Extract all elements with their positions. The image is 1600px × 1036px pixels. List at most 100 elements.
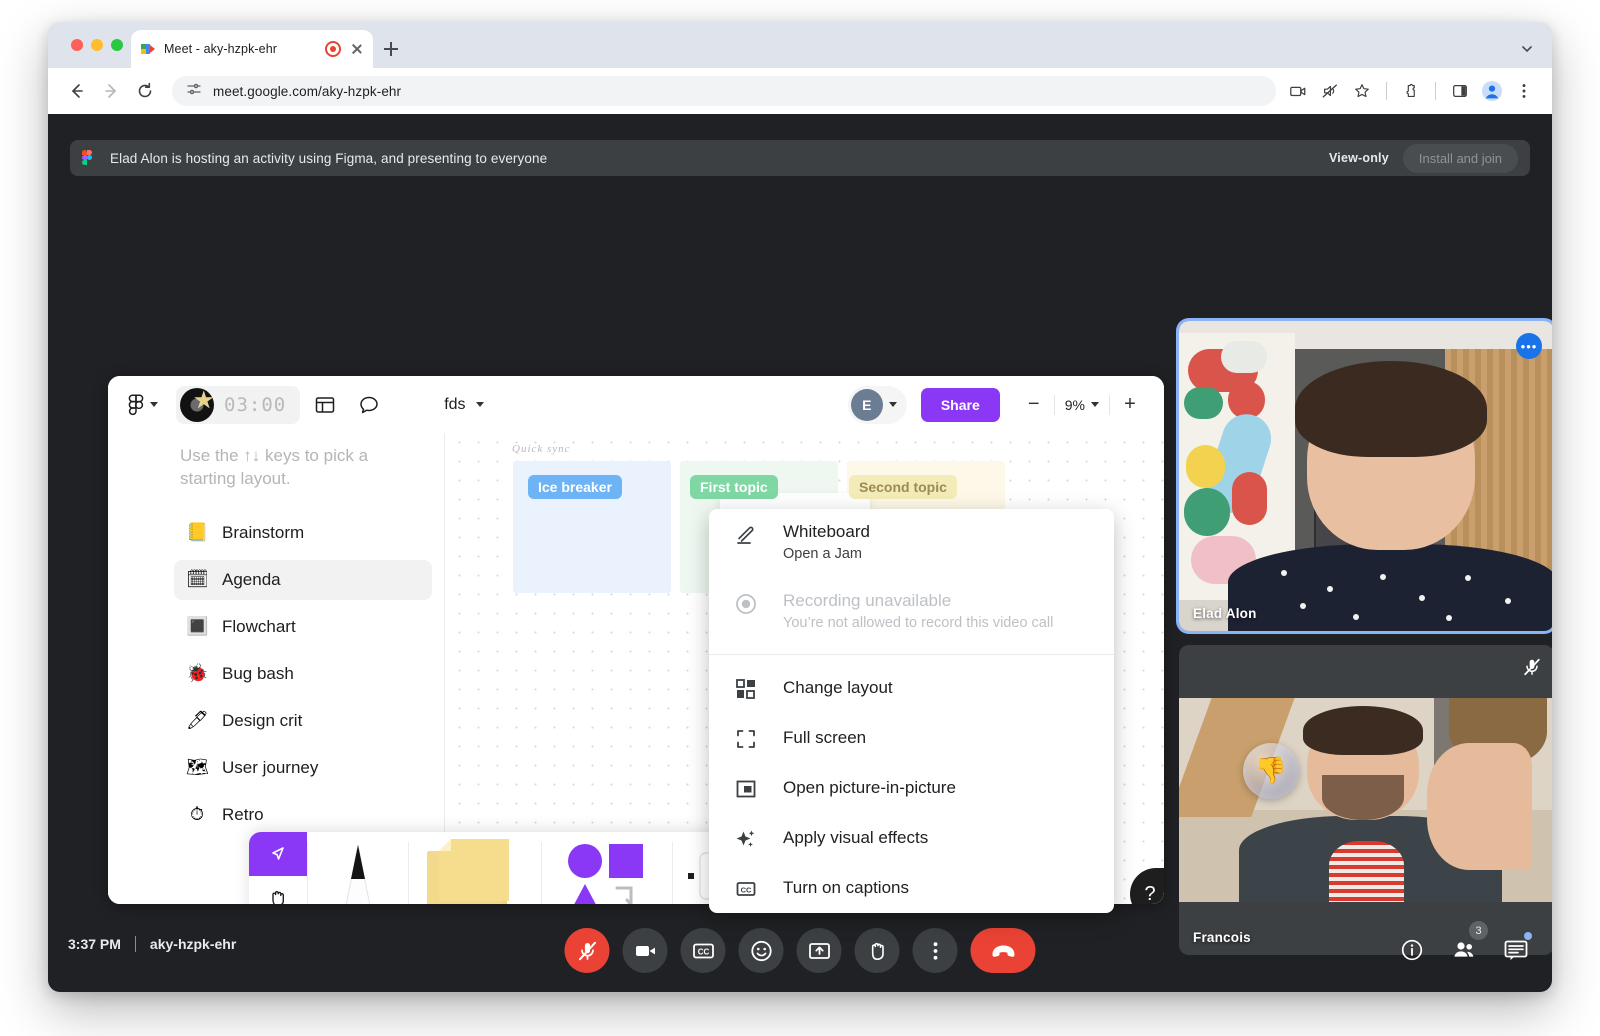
participant-tile-elad-alon[interactable]: ••• Elad Alon bbox=[1179, 321, 1552, 631]
window-traffic-lights[interactable] bbox=[71, 39, 123, 51]
chevron-down-icon bbox=[475, 402, 484, 407]
more-options-context-menu: Whiteboard Open a Jam Recording unavaila… bbox=[709, 509, 1114, 913]
comment-bubble-icon[interactable] bbox=[350, 386, 388, 424]
chat-button[interactable] bbox=[1502, 932, 1532, 964]
cursor-tool-icon[interactable] bbox=[249, 832, 307, 876]
layout-panel-icon[interactable] bbox=[306, 386, 344, 424]
stopwatch-icon: ⏱ bbox=[189, 804, 205, 825]
menu-item-captions[interactable]: CC Turn on captions bbox=[709, 863, 1114, 913]
emoji-reactions-button[interactable] bbox=[738, 928, 784, 973]
screenshot-root: Meet - aky-hzpk-ehr meet.google.com/aky-… bbox=[0, 0, 1600, 1036]
sticky-note-tool-icon[interactable] bbox=[409, 832, 541, 904]
site-settings-icon[interactable] bbox=[186, 81, 202, 102]
file-name-dropdown[interactable]: fds bbox=[444, 396, 484, 414]
hand-tool-icon[interactable] bbox=[249, 876, 307, 904]
template-label: Retro bbox=[222, 804, 264, 824]
meeting-code: aky-hzpk-ehr bbox=[149, 936, 237, 952]
camera-icon[interactable] bbox=[1284, 77, 1312, 105]
meeting-info: 3:37 PM aky-hzpk-ehr bbox=[68, 936, 236, 952]
captions-button[interactable]: CC bbox=[680, 928, 726, 973]
chevron-down-icon[interactable] bbox=[1520, 42, 1534, 61]
pen-tool-icon[interactable] bbox=[308, 832, 408, 904]
call-controls: CC bbox=[564, 928, 1036, 973]
template-label: Agenda bbox=[222, 569, 281, 589]
template-item-agenda[interactable]: 🗓 Agenda bbox=[174, 559, 432, 600]
tab-title: Meet - aky-hzpk-ehr bbox=[164, 42, 278, 56]
share-button[interactable]: Share bbox=[920, 387, 1000, 422]
zoom-level-value: 9% bbox=[1064, 396, 1085, 413]
board-chip-second-topic[interactable]: Second topic bbox=[849, 475, 957, 499]
menu-item-change-layout[interactable]: Change layout bbox=[709, 663, 1114, 713]
figma-menu-button[interactable] bbox=[122, 390, 164, 420]
template-picker-hint: Use the ↑↓ keys to pick a starting layou… bbox=[180, 446, 369, 488]
menu-divider bbox=[709, 654, 1114, 656]
install-and-join-button[interactable]: Install and join bbox=[1402, 143, 1518, 173]
address-bar[interactable]: meet.google.com/aky-hzpk-ehr bbox=[172, 76, 1276, 106]
template-item-user-journey[interactable]: 🗺 User journey bbox=[174, 748, 432, 788]
person-body bbox=[1227, 544, 1552, 631]
zoom-out-button[interactable]: − bbox=[1014, 388, 1054, 422]
more-options-button[interactable] bbox=[912, 928, 958, 973]
person-hair bbox=[1302, 705, 1423, 755]
selection-tool-group[interactable] bbox=[249, 832, 307, 904]
menu-item-title: Turn on captions bbox=[783, 877, 909, 897]
side-panel-icon[interactable] bbox=[1446, 77, 1474, 105]
notebook-icon: 📒 bbox=[186, 522, 209, 543]
meeting-details-button[interactable] bbox=[1398, 936, 1426, 964]
board-chip-ice-breaker[interactable]: Ice breaker bbox=[528, 475, 622, 499]
microphone-off-button[interactable] bbox=[564, 928, 610, 973]
maximize-window-button[interactable] bbox=[111, 39, 123, 51]
activity-banner: Elad Alon is hosting an activity using F… bbox=[70, 140, 1530, 176]
svg-text:CC: CC bbox=[741, 886, 752, 895]
flowchart-icon: 🔳 bbox=[186, 616, 209, 637]
participants-button[interactable]: 3 bbox=[1450, 921, 1488, 964]
extensions-puzzle-icon[interactable] bbox=[1397, 77, 1425, 105]
back-button[interactable] bbox=[62, 76, 92, 106]
mute-site-icon[interactable] bbox=[1316, 77, 1344, 105]
zoom-level-dropdown[interactable]: 9% bbox=[1055, 397, 1109, 413]
music-disc-star-icon: ★ bbox=[180, 387, 215, 422]
new-tab-button[interactable] bbox=[380, 38, 402, 60]
profile-avatar-icon[interactable] bbox=[1478, 77, 1506, 105]
menu-item-full-screen[interactable]: Full screen bbox=[709, 713, 1114, 763]
template-item-retro[interactable]: ⏱ Retro bbox=[174, 795, 432, 835]
chrome-menu-icon[interactable] bbox=[1510, 77, 1538, 105]
template-item-flowchart[interactable]: 🔳 Flowchart bbox=[174, 607, 432, 647]
menu-item-title: Whiteboard bbox=[783, 522, 870, 541]
more-options-icon[interactable]: ••• bbox=[1516, 333, 1542, 359]
present-screen-button[interactable] bbox=[796, 928, 842, 973]
participant-name: Francois bbox=[1193, 930, 1251, 945]
menu-item-visual-effects[interactable]: Apply visual effects bbox=[709, 813, 1114, 863]
collaborators-avatar-group[interactable]: E bbox=[847, 385, 907, 424]
raise-hand-button[interactable] bbox=[854, 928, 900, 973]
timer-widget[interactable]: ★ 03:00 bbox=[176, 385, 301, 424]
template-item-design-crit[interactable]: 🖊 Design crit bbox=[174, 701, 432, 741]
browser-tab[interactable]: Meet - aky-hzpk-ehr bbox=[131, 30, 373, 68]
map-icon: 🗺 bbox=[186, 757, 209, 778]
template-item-brainstorm[interactable]: 📒 Brainstorm bbox=[174, 513, 432, 553]
template-item-bug-bash[interactable]: 🐞 Bug bash bbox=[174, 654, 432, 694]
menu-item-whiteboard[interactable]: Whiteboard Open a Jam bbox=[709, 509, 1114, 578]
forward-button[interactable] bbox=[96, 76, 126, 106]
meeting-bottom-bar: 3:37 PM aky-hzpk-ehr CC 3 bbox=[48, 906, 1552, 992]
zoom-in-button[interactable]: + bbox=[1110, 388, 1150, 422]
bookmark-star-icon[interactable] bbox=[1348, 77, 1376, 105]
close-tab-button[interactable] bbox=[349, 41, 365, 57]
menu-item-picture-in-picture[interactable]: Open picture-in-picture bbox=[709, 763, 1114, 813]
camera-button[interactable] bbox=[622, 928, 668, 973]
board-chip-first-topic[interactable]: First topic bbox=[690, 475, 778, 499]
layout-grid-icon bbox=[731, 676, 761, 700]
leave-call-button[interactable] bbox=[970, 928, 1036, 973]
close-window-button[interactable] bbox=[71, 39, 83, 51]
video-feed: 👎 bbox=[1179, 697, 1552, 903]
browser-toolbar: meet.google.com/aky-hzpk-ehr bbox=[48, 68, 1552, 114]
template-label: Brainstorm bbox=[222, 522, 305, 542]
shapes-tool-icon[interactable] bbox=[542, 832, 672, 904]
right-controls: 3 bbox=[1398, 921, 1532, 964]
timer-value: 03:00 bbox=[224, 393, 287, 416]
reload-button[interactable] bbox=[130, 76, 160, 106]
menu-item-subtitle: You’re not allowed to record this video … bbox=[783, 614, 1054, 631]
help-button[interactable]: ? bbox=[1130, 868, 1164, 904]
minimize-window-button[interactable] bbox=[91, 39, 103, 51]
sparkle-icon bbox=[731, 826, 761, 850]
